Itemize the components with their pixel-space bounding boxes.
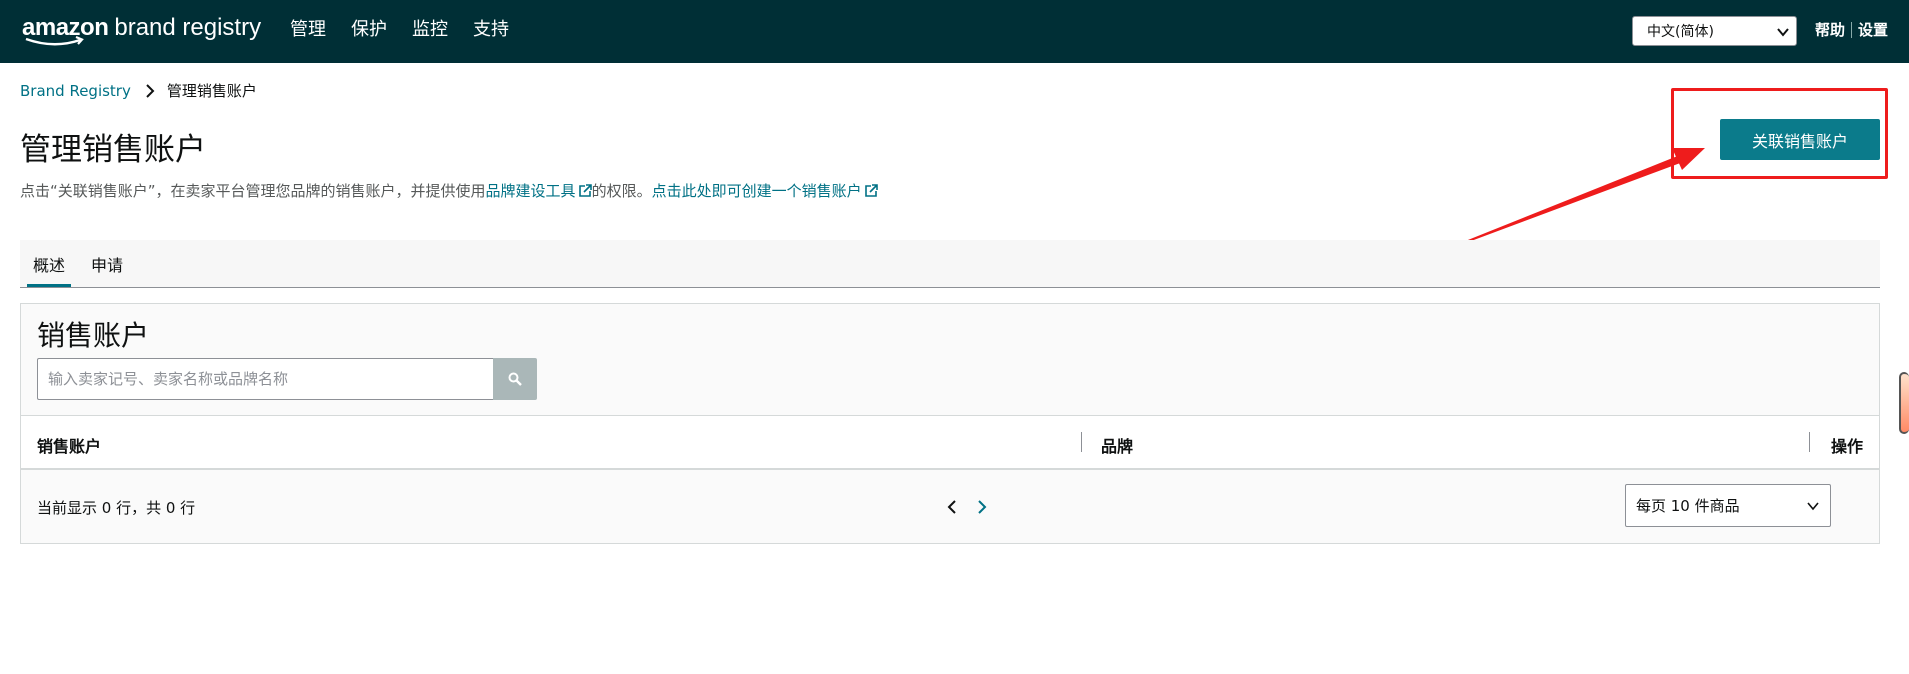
description-middle: 的权限。 [591, 182, 652, 200]
language-value: 中文(简体) [1647, 24, 1714, 40]
tab-bar: 概述 申请 [20, 240, 1880, 288]
pagination [946, 499, 988, 515]
breadcrumb: Brand Registry 管理销售账户 [20, 80, 257, 101]
search-bar [37, 358, 541, 400]
nav-support[interactable]: 支持 [473, 18, 509, 42]
chevron-down-icon [1777, 28, 1789, 37]
chevron-right-icon [145, 83, 155, 98]
search-button[interactable] [493, 358, 537, 400]
chevron-right-icon [978, 500, 987, 514]
chevron-down-icon [1807, 502, 1819, 511]
nav-monitor[interactable]: 监控 [412, 18, 448, 42]
amazon-smile-icon [25, 36, 84, 46]
brand-tools-link-label: 品牌建设工具 [485, 182, 576, 200]
tab-apply[interactable]: 申请 [85, 252, 129, 284]
create-account-link-label: 点击此处即可创建一个销售账户 [651, 182, 862, 200]
search-icon [508, 372, 522, 386]
items-per-page-value: 每页 10 件商品 [1636, 497, 1740, 515]
help-link[interactable]: 帮助 [1815, 19, 1845, 40]
external-link-icon [864, 183, 878, 197]
next-page-button[interactable] [976, 499, 988, 515]
items-per-page-select[interactable]: 每页 10 件商品 [1625, 484, 1831, 527]
column-header-actions: 操作 [1831, 437, 1864, 456]
scrollbar-thumb[interactable] [1899, 372, 1909, 434]
nav-protect[interactable]: 保护 [351, 18, 387, 42]
search-input[interactable] [37, 358, 493, 400]
link-sales-account-button[interactable]: 关联销售账户 [1720, 119, 1880, 160]
page-description: 点击“关联销售账户”，在卖家平台管理您品牌的销售账户，并提供使用 品牌建设工具 … [20, 180, 878, 201]
breadcrumb-brand-registry[interactable]: Brand Registry [20, 82, 131, 100]
nav-manage[interactable]: 管理 [290, 18, 326, 42]
language-select[interactable]: 中文(简体) [1632, 16, 1797, 46]
brand-registry-logo[interactable]: amazon brand registry [22, 14, 261, 48]
breadcrumb-current: 管理销售账户 [166, 82, 257, 100]
page-title: 管理销售账户 [20, 132, 206, 168]
column-divider [1081, 432, 1082, 452]
description-text: 点击“关联销售账户”，在卖家平台管理您品牌的销售账户，并提供使用 [20, 182, 486, 200]
tab-overview[interactable]: 概述 [27, 252, 72, 287]
column-divider [1809, 432, 1810, 452]
main-nav: 管理 保护 监控 支持 [290, 18, 534, 42]
chevron-left-icon [947, 500, 956, 514]
settings-link[interactable]: 设置 [1858, 19, 1888, 40]
header-utility-links: 帮助 设置 [1815, 19, 1888, 40]
row-count-status: 当前显示 0 行，共 0 行 [37, 499, 196, 517]
external-link-icon [578, 183, 592, 197]
create-account-link[interactable]: 点击此处即可创建一个销售账户 [652, 180, 878, 201]
column-header-sales-account[interactable]: 销售账户 [37, 433, 101, 457]
table-header: 销售账户 品牌 操作 [21, 415, 1879, 470]
prev-page-button[interactable] [946, 499, 958, 515]
divider [1851, 21, 1853, 38]
panel-title: 销售账户 [37, 319, 150, 352]
top-nav: amazon brand registry 管理 保护 监控 支持 中文(简体)… [0, 0, 1909, 63]
brand-tools-link[interactable]: 品牌建设工具 [486, 180, 592, 201]
sales-accounts-panel: 销售账户 销售账户 品牌 操作 当前显示 0 行，共 0 行 每页 10 件商品 [20, 303, 1880, 544]
column-header-brand[interactable]: 品牌 [1101, 433, 1133, 457]
logo-brand-registry-text: brand registry [114, 14, 262, 41]
